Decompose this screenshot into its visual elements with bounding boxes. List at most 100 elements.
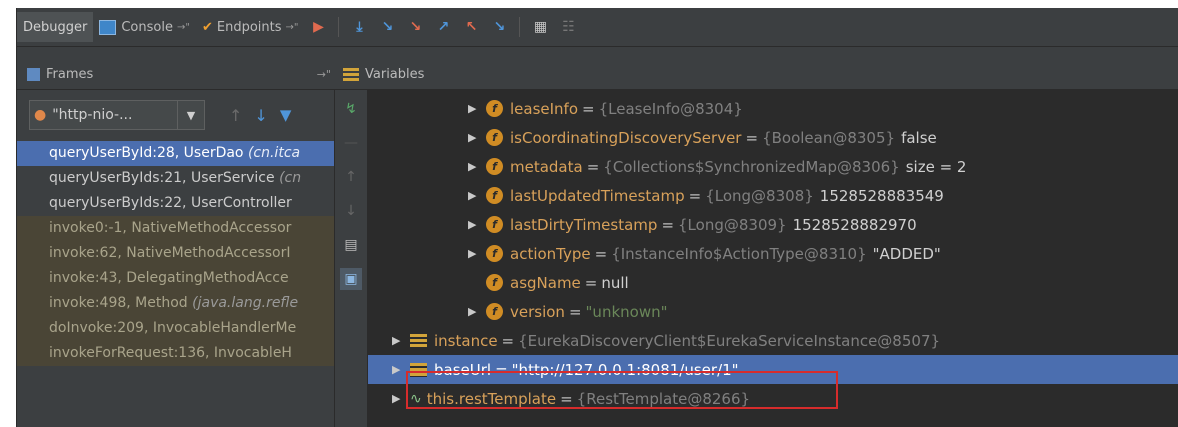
variable-row[interactable]: ▶ instance = {EurekaDiscoveryClient$EurekaS… xyxy=(368,326,1178,355)
move-down-icon[interactable]: ↓ xyxy=(340,200,362,222)
frames-list: queryUserById:28, UserDao (cn.itca queryU… xyxy=(17,141,334,366)
frame-row[interactable]: doInvoke:209, InvocableHandlerMe xyxy=(17,316,334,341)
frames-icon xyxy=(27,67,40,81)
frame-package: (cn.itca xyxy=(247,145,301,161)
pin-icon[interactable]: →" xyxy=(286,22,299,33)
evaluate-expression-icon[interactable]: ▦ xyxy=(529,16,551,38)
frame-row[interactable]: invoke:498, Method (java.lang.refle xyxy=(17,291,334,316)
copy-icon[interactable]: ▤ xyxy=(340,234,362,256)
arrow-down-icon[interactable]: ↓ xyxy=(254,106,267,125)
variable-value: "unknown" xyxy=(585,302,668,321)
thread-selector[interactable]: ● "http-nio-... ▼ xyxy=(29,100,205,130)
debugger-window: Debugger Console →" ✔ Endpoints →" ▶ ⤓ ↘ ↘… xyxy=(16,8,1178,427)
thread-icon: ● xyxy=(34,107,47,123)
move-up-icon[interactable]: ↑ xyxy=(340,166,362,188)
field-icon: f xyxy=(486,129,503,146)
frame-row[interactable]: queryUserByIds:22, UserController xyxy=(17,191,334,216)
variable-row[interactable]: f asgName = null xyxy=(368,268,1178,297)
tab-endpoints[interactable]: ✔ Endpoints →" xyxy=(196,12,305,42)
chevron-down-icon[interactable]: ▼ xyxy=(177,101,204,129)
frame-row[interactable]: invoke:62, NativeMethodAccessorI xyxy=(17,241,334,266)
field-icon: f xyxy=(486,274,503,291)
variables-title: Variables xyxy=(365,66,425,82)
thread-toolbar: ● "http-nio-... ▼ ↑ ↓ ▼ xyxy=(17,90,334,140)
variable-name: instance xyxy=(434,331,498,350)
watches-toggle-icon[interactable]: ▣ xyxy=(340,268,362,290)
frame-row[interactable]: invoke:43, DelegatingMethodAcce xyxy=(17,266,334,291)
frame-method: invoke:43, DelegatingMethodAcce xyxy=(49,270,289,286)
force-step-into-icon[interactable]: ↘ xyxy=(404,16,426,38)
variable-reference: {Long@8309} xyxy=(678,215,787,234)
frame-package: (cn xyxy=(279,170,302,186)
pin-icon[interactable]: →" xyxy=(177,22,190,33)
variable-name: metadata xyxy=(510,157,583,176)
variable-row[interactable]: ▶ f isCoordinatingDiscoveryServer = {Boolean… xyxy=(368,123,1178,152)
expand-arrow-icon[interactable]: ▶ xyxy=(468,131,486,144)
variable-row[interactable]: ▶ f version = "unknown" xyxy=(368,297,1178,326)
variable-name: isCoordinatingDiscoveryServer xyxy=(510,128,742,147)
expand-arrow-icon[interactable]: ▶ xyxy=(468,160,486,173)
pin-icon[interactable]: →" xyxy=(317,68,331,81)
variables-side-toolbar: ↯ — ↑ ↓ ▤ ▣ xyxy=(334,90,368,427)
frame-method: invoke0:-1, NativeMethodAccessor xyxy=(49,220,292,236)
frame-method: queryUserByIds:22, UserController xyxy=(49,195,292,211)
field-icon: f xyxy=(486,158,503,175)
frame-row[interactable]: queryUserByIds:21, UserService (cn xyxy=(17,166,334,191)
toolbar-divider xyxy=(519,17,521,37)
variable-value: false xyxy=(901,128,937,147)
variable-name: lastUpdatedTimestamp xyxy=(510,186,685,205)
equals-sign: = xyxy=(745,128,759,147)
equals-sign: = xyxy=(586,157,600,176)
variable-reference: {Boolean@8305} xyxy=(762,128,896,147)
variable-value: size = 2 xyxy=(905,157,967,176)
tab-debugger[interactable]: Debugger xyxy=(17,12,94,42)
expand-arrow-icon[interactable]: ▶ xyxy=(468,189,486,202)
frame-method: queryUserById:28, UserDao xyxy=(49,145,244,161)
expand-arrow-icon[interactable]: ▶ xyxy=(468,218,486,231)
variables-header: Variables xyxy=(339,59,1178,89)
expand-arrow-icon[interactable]: ▶ xyxy=(468,102,486,115)
drop-frame-icon[interactable]: ↖ xyxy=(460,16,482,38)
endpoints-icon: ✔ xyxy=(201,19,213,35)
variable-reference: {LeaseInfo@8304} xyxy=(598,99,743,118)
divider: — xyxy=(344,135,358,151)
step-out-icon[interactable]: ↗ xyxy=(432,16,454,38)
expand-arrow-icon[interactable]: ▶ xyxy=(468,247,486,260)
variable-value: 1528528882970 xyxy=(792,215,917,234)
step-into-icon[interactable]: ↘ xyxy=(376,16,398,38)
show-execution-point-icon[interactable]: ▶ xyxy=(307,16,329,38)
equals-sign: = xyxy=(568,302,582,321)
trace-icon[interactable]: ☷ xyxy=(557,16,579,38)
variable-reference: {Collections$SynchronizedMap@8306} xyxy=(603,157,900,176)
variable-row[interactable]: ▶ f metadata = {Collections$SynchronizedMap@… xyxy=(368,152,1178,181)
frame-row[interactable]: invoke0:-1, NativeMethodAccessor xyxy=(17,216,334,241)
variable-reference: {EurekaDiscoveryClient$EurekaServiceInst… xyxy=(518,331,941,350)
field-icon: f xyxy=(486,100,503,117)
variable-row[interactable]: ▶ f actionType = {InstanceInfo$ActionType@83… xyxy=(368,239,1178,268)
variable-name: leaseInfo xyxy=(510,99,579,118)
equals-sign: = xyxy=(594,244,608,263)
step-over-icon[interactable]: ⤓ xyxy=(348,16,370,38)
expand-arrow-icon[interactable]: ▶ xyxy=(392,334,410,347)
tab-console[interactable]: Console →" xyxy=(93,12,196,42)
frame-method: doInvoke:209, InvocableHandlerMe xyxy=(49,320,297,336)
expand-arrow-icon[interactable]: ▶ xyxy=(468,305,486,318)
frame-method: queryUserByIds:21, UserService xyxy=(49,170,275,186)
filter-icon[interactable]: ▼ xyxy=(280,106,292,124)
frames-panel: ● "http-nio-... ▼ ↑ ↓ ▼ queryUserById:28… xyxy=(17,90,334,427)
variable-row[interactable]: ▶ f lastDirtyTimestamp = {Long@8309} 15285288… xyxy=(368,210,1178,239)
field-icon: f xyxy=(486,303,503,320)
add-watch-icon[interactable]: ↯ xyxy=(340,98,362,120)
frames-title: Frames xyxy=(46,66,94,82)
variable-row[interactable]: ▶ f lastUpdatedTimestamp = {Long@8308} 152852… xyxy=(368,181,1178,210)
variable-row[interactable]: ▶ f leaseInfo = {LeaseInfo@8304} xyxy=(368,94,1178,123)
debugger-toolbar: Debugger Console →" ✔ Endpoints →" ▶ ⤓ ↘ ↘… xyxy=(17,8,1178,47)
variable-name: asgName xyxy=(510,273,581,292)
field-icon: f xyxy=(486,187,503,204)
frame-row[interactable]: queryUserById:28, UserDao (cn.itca xyxy=(17,141,334,166)
run-to-cursor-icon[interactable]: ↘ xyxy=(488,16,510,38)
equals-sign: = xyxy=(688,186,702,205)
frame-row[interactable]: invokeForRequest:136, InvocableH xyxy=(17,341,334,366)
arrow-up-icon[interactable]: ↑ xyxy=(229,106,242,125)
variable-name: actionType xyxy=(510,244,591,263)
